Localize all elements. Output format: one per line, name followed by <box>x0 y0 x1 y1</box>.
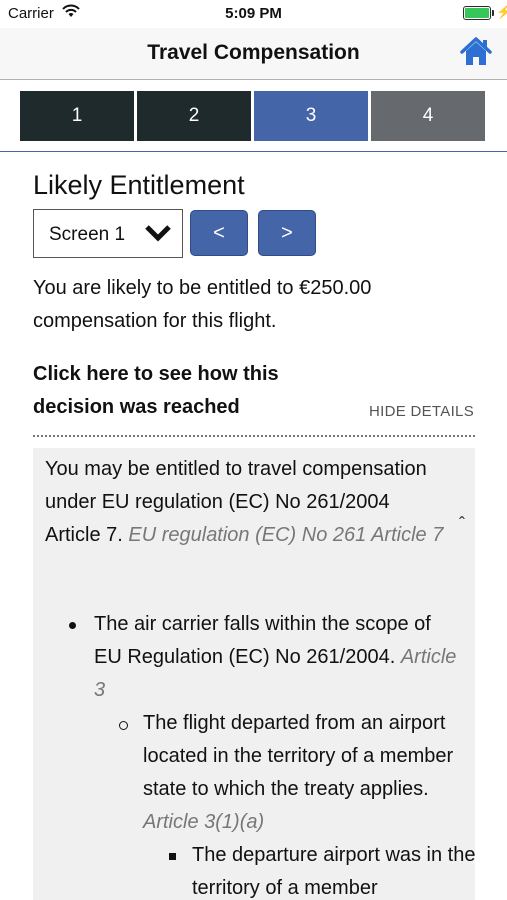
criteria-text: The flight departed from an airport loca… <box>143 712 454 800</box>
screen-select-value: Screen 1 <box>49 224 126 245</box>
decision-details-panel: You may be entitled to travel compensati… <box>33 448 475 900</box>
step-tab-4[interactable]: 4 <box>371 91 485 141</box>
bullet-circle-icon <box>119 721 128 730</box>
hide-details-button[interactable]: HIDE DETAILS <box>369 403 474 420</box>
bullet-square-icon <box>169 853 176 860</box>
status-bar: Carrier 5:09 PM ⚡ <box>0 0 507 28</box>
previous-button[interactable]: < <box>190 210 248 256</box>
steps-divider <box>0 151 507 152</box>
details-intro-reference: EU regulation (EC) No 261 Article 7 <box>128 524 444 546</box>
chevron-down-icon <box>145 224 171 242</box>
step-tabs: 1 2 3 4 <box>20 91 485 141</box>
criteria-text: The air carrier falls within the scope o… <box>94 613 431 668</box>
status-time: 5:09 PM <box>225 5 282 22</box>
step-tab-3[interactable]: 3 <box>254 91 368 141</box>
entitlement-result-text: You are likely to be entitled to €250.00… <box>33 277 372 332</box>
step-tab-1[interactable]: 1 <box>20 91 134 141</box>
bullet-disc-icon <box>69 622 76 629</box>
details-intro: You may be entitled to travel compensati… <box>45 453 445 552</box>
screen-select[interactable]: Screen 1 <box>33 209 183 258</box>
criteria-text: The departure airport was in the territo… <box>192 844 475 899</box>
dotted-divider <box>33 435 475 437</box>
page-title: Travel Compensation <box>147 41 360 64</box>
battery-icon: ⚡ <box>463 4 507 20</box>
step-tab-2[interactable]: 2 <box>137 91 251 141</box>
criteria-item-level1: The air carrier falls within the scope o… <box>94 608 464 707</box>
home-icon[interactable] <box>459 36 493 68</box>
collapse-caret-icon[interactable]: ˆ <box>459 514 465 535</box>
section-heading: Likely Entitlement <box>33 170 245 200</box>
nav-bar: Travel Compensation <box>0 28 507 80</box>
criteria-reference: Article 3(1)(a) <box>143 811 265 833</box>
next-button[interactable]: > <box>258 210 316 256</box>
criteria-item-level2: The flight departed from an airport loca… <box>143 707 473 839</box>
decision-explanation-link[interactable]: Click here to see how this decision was … <box>33 358 333 424</box>
criteria-item-level3: The departure airport was in the territo… <box>192 839 475 900</box>
